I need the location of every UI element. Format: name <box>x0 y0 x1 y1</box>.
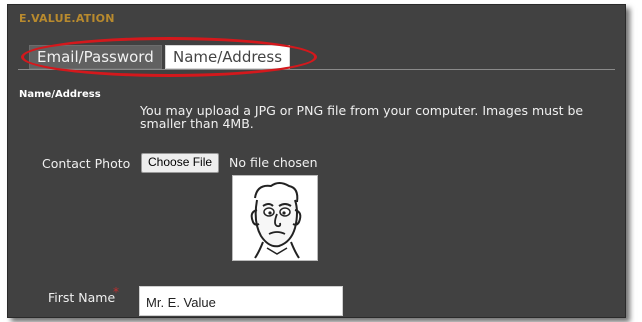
first-name-label: First Name <box>48 290 116 305</box>
contact-photo-avatar <box>232 175 318 261</box>
tab-email-password[interactable]: Email/Password <box>29 45 162 69</box>
tab-divider <box>18 69 615 70</box>
first-name-input[interactable]: Mr. E. Value <box>139 286 343 316</box>
choose-file-button[interactable]: Choose File <box>141 153 220 173</box>
tab-name-address[interactable]: Name/Address <box>165 45 291 69</box>
settings-panel: E.VALUE.ATION Email/Password Name/Addres… <box>7 4 626 318</box>
cartoon-face-icon <box>250 182 302 259</box>
contact-photo-label: Contact Photo <box>42 156 131 171</box>
upload-help-text: You may upload a JPG or PNG file from yo… <box>140 103 584 131</box>
file-status: No file chosen <box>229 155 318 170</box>
section-title: Name/Address <box>19 89 101 100</box>
app-title: E.VALUE.ATION <box>19 12 115 25</box>
required-indicator: * <box>113 285 119 299</box>
